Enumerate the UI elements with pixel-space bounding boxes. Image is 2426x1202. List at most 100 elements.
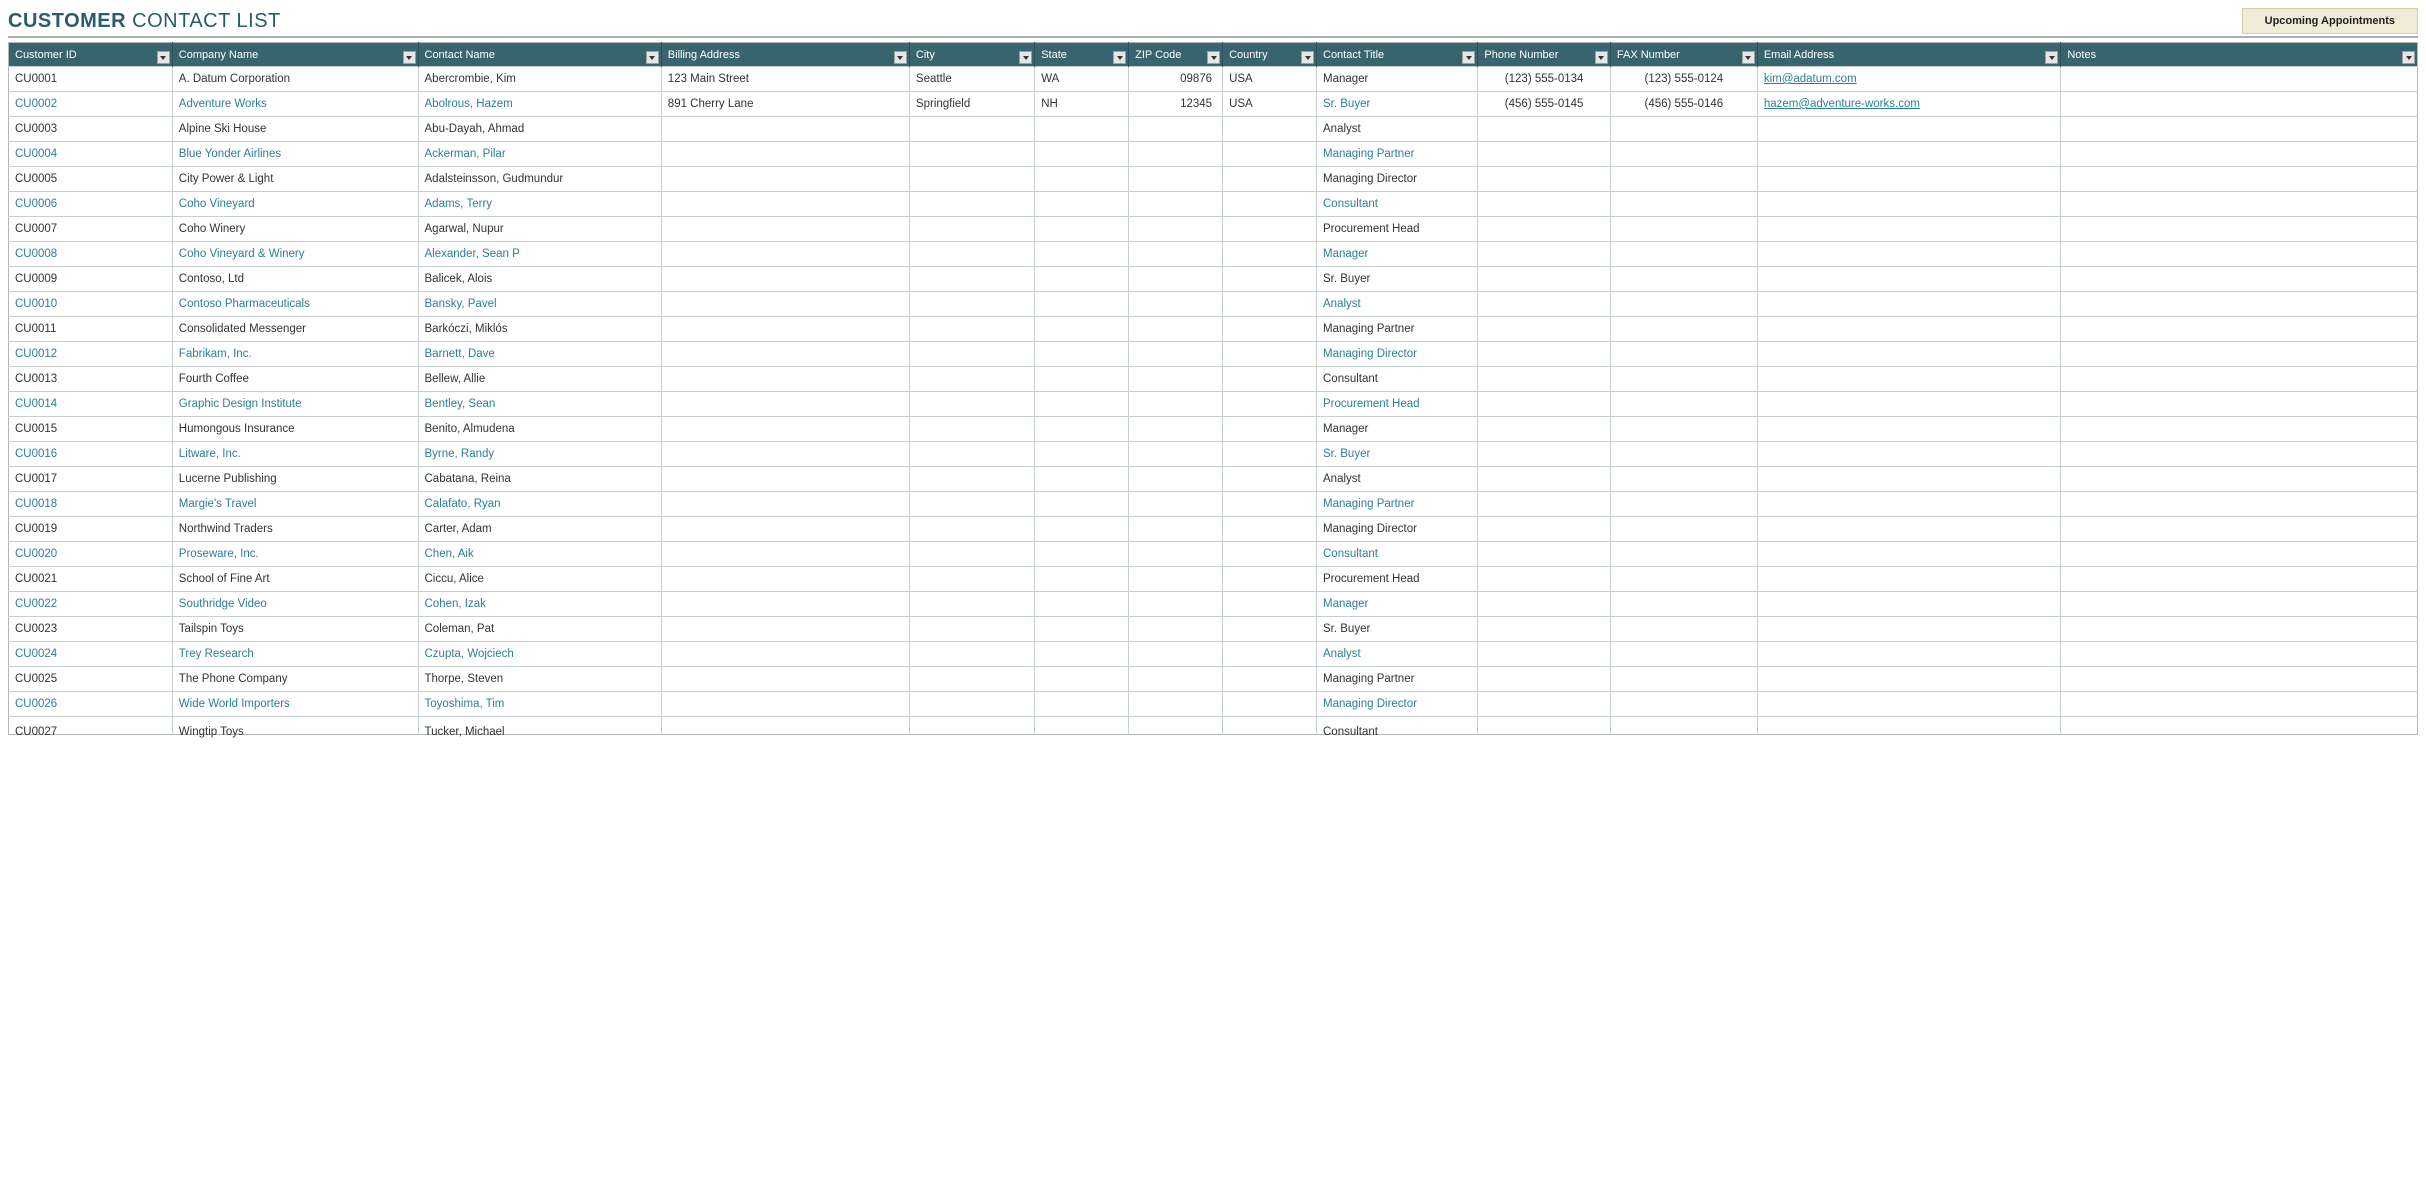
cell-city xyxy=(909,142,1034,167)
cell-zip xyxy=(1129,467,1223,492)
cell-fax: (123) 555-0124 xyxy=(1610,67,1757,92)
table-row[interactable]: CU0015Humongous InsuranceBenito, Almuden… xyxy=(9,417,2418,442)
cell-zip xyxy=(1129,217,1223,242)
cell-contact: Adalsteinsson, Gudmundur xyxy=(418,167,661,192)
cell-company: Alpine Ski House xyxy=(172,117,418,142)
upcoming-appointments-button[interactable]: Upcoming Appointments xyxy=(2242,8,2418,34)
table-row[interactable]: CU0007Coho WineryAgarwal, NupurProcureme… xyxy=(9,217,2418,242)
filter-dropdown-icon[interactable] xyxy=(1207,51,1220,64)
cell-zip xyxy=(1129,142,1223,167)
cell-country xyxy=(1223,392,1317,417)
filter-dropdown-icon[interactable] xyxy=(403,51,416,64)
cell-city xyxy=(909,692,1034,717)
cell-notes xyxy=(2061,142,2418,167)
table-row[interactable]: CU0012Fabrikam, Inc.Barnett, DaveManagin… xyxy=(9,342,2418,367)
cell-company: Litware, Inc. xyxy=(172,442,418,467)
column-header: Notes xyxy=(2061,43,2418,67)
table-row[interactable]: CU0013Fourth CoffeeBellew, AllieConsulta… xyxy=(9,367,2418,392)
table-row[interactable]: CU0025The Phone CompanyThorpe, StevenMan… xyxy=(9,667,2418,692)
cell-state xyxy=(1035,167,1129,192)
cell-notes xyxy=(2061,217,2418,242)
table-row[interactable]: CU0024Trey ResearchCzupta, WojciechAnaly… xyxy=(9,642,2418,667)
table-row[interactable]: CU0017Lucerne PublishingCabatana, ReinaA… xyxy=(9,467,2418,492)
table-row[interactable]: CU0020Proseware, Inc.Chen, AikConsultant xyxy=(9,542,2418,567)
table-row[interactable]: CU0003Alpine Ski HouseAbu-Dayah, AhmadAn… xyxy=(9,117,2418,142)
cell-city xyxy=(909,542,1034,567)
cell-fax xyxy=(1610,717,1757,735)
table-row[interactable]: CU0026Wide World ImportersToyoshima, Tim… xyxy=(9,692,2418,717)
cell-email xyxy=(1757,642,2061,667)
table-row[interactable]: CU0019Northwind TradersCarter, AdamManag… xyxy=(9,517,2418,542)
cell-country xyxy=(1223,592,1317,617)
filter-dropdown-icon[interactable] xyxy=(1301,51,1314,64)
cell-title: Manager xyxy=(1317,592,1478,617)
cell-addr xyxy=(661,467,909,492)
table-row[interactable]: CU0021School of Fine ArtCiccu, AliceProc… xyxy=(9,567,2418,592)
cell-addr xyxy=(661,142,909,167)
cell-zip xyxy=(1129,617,1223,642)
cell-contact: Barkóczi, Miklós xyxy=(418,317,661,342)
cell-addr xyxy=(661,492,909,517)
cell-state: WA xyxy=(1035,67,1129,92)
cell-notes xyxy=(2061,567,2418,592)
cell-state xyxy=(1035,592,1129,617)
filter-dropdown-icon[interactable] xyxy=(894,51,907,64)
cell-state xyxy=(1035,517,1129,542)
column-header: ZIP Code xyxy=(1129,43,1223,67)
cell-contact: Cabatana, Reina xyxy=(418,467,661,492)
cell-contact: Abolrous, Hazem xyxy=(418,92,661,117)
table-row[interactable]: CU0004Blue Yonder AirlinesAckerman, Pila… xyxy=(9,142,2418,167)
cell-notes xyxy=(2061,417,2418,442)
cell-addr xyxy=(661,167,909,192)
cell-company: Adventure Works xyxy=(172,92,418,117)
table-row[interactable]: CU0008Coho Vineyard & WineryAlexander, S… xyxy=(9,242,2418,267)
cell-title: Managing Director xyxy=(1317,517,1478,542)
header-bar: CUSTOMER CONTACT LIST Upcoming Appointme… xyxy=(8,8,2418,34)
cell-contact: Benito, Almudena xyxy=(418,417,661,442)
table-row[interactable]: CU0016Litware, Inc.Byrne, RandySr. Buyer xyxy=(9,442,2418,467)
cell-phone xyxy=(1478,542,1610,567)
table-row[interactable]: CU0022Southridge VideoCohen, IzakManager xyxy=(9,592,2418,617)
cell-state xyxy=(1035,392,1129,417)
table-row[interactable]: CU0023Tailspin ToysColeman, PatSr. Buyer xyxy=(9,617,2418,642)
filter-dropdown-icon[interactable] xyxy=(1019,51,1032,64)
cell-addr xyxy=(661,667,909,692)
column-header-label: City xyxy=(916,49,935,61)
filter-dropdown-icon[interactable] xyxy=(1595,51,1608,64)
cell-zip xyxy=(1129,367,1223,392)
cell-company: Fourth Coffee xyxy=(172,367,418,392)
cell-contact: Abu-Dayah, Ahmad xyxy=(418,117,661,142)
table-row[interactable]: CU0006Coho VineyardAdams, TerryConsultan… xyxy=(9,192,2418,217)
table-row[interactable]: CU0009Contoso, LtdBalicek, AloisSr. Buye… xyxy=(9,267,2418,292)
cell-company: Southridge Video xyxy=(172,592,418,617)
cell-email xyxy=(1757,117,2061,142)
cell-email xyxy=(1757,517,2061,542)
filter-dropdown-icon[interactable] xyxy=(2402,51,2415,64)
cell-country xyxy=(1223,442,1317,467)
table-row[interactable]: CU0001A. Datum CorporationAbercrombie, K… xyxy=(9,67,2418,92)
table-row[interactable]: CU0002Adventure WorksAbolrous, Hazem891 … xyxy=(9,92,2418,117)
filter-dropdown-icon[interactable] xyxy=(1462,51,1475,64)
cell-state xyxy=(1035,692,1129,717)
email-link[interactable]: kim@adatum.com xyxy=(1764,73,1857,85)
table-row[interactable]: CU0010Contoso PharmaceuticalsBansky, Pav… xyxy=(9,292,2418,317)
cell-country xyxy=(1223,242,1317,267)
cell-title: Manager xyxy=(1317,417,1478,442)
cell-phone xyxy=(1478,642,1610,667)
table-row[interactable]: CU0014Graphic Design InstituteBentley, S… xyxy=(9,392,2418,417)
cell-phone xyxy=(1478,142,1610,167)
cell-country xyxy=(1223,317,1317,342)
cell-phone xyxy=(1478,517,1610,542)
table-row[interactable]: CU0027Wingtip ToysTucker, MichaelConsult… xyxy=(9,717,2418,735)
filter-dropdown-icon[interactable] xyxy=(1113,51,1126,64)
table-row[interactable]: CU0018Margie's TravelCalafato, RyanManag… xyxy=(9,492,2418,517)
table-row[interactable]: CU0005City Power & LightAdalsteinsson, G… xyxy=(9,167,2418,192)
table-row[interactable]: CU0011Consolidated MessengerBarkóczi, Mi… xyxy=(9,317,2418,342)
cell-state xyxy=(1035,442,1129,467)
filter-dropdown-icon[interactable] xyxy=(1742,51,1755,64)
filter-dropdown-icon[interactable] xyxy=(2045,51,2058,64)
filter-dropdown-icon[interactable] xyxy=(646,51,659,64)
email-link[interactable]: hazem@adventure-works.com xyxy=(1764,98,1920,110)
filter-dropdown-icon[interactable] xyxy=(157,51,170,64)
cell-phone xyxy=(1478,317,1610,342)
